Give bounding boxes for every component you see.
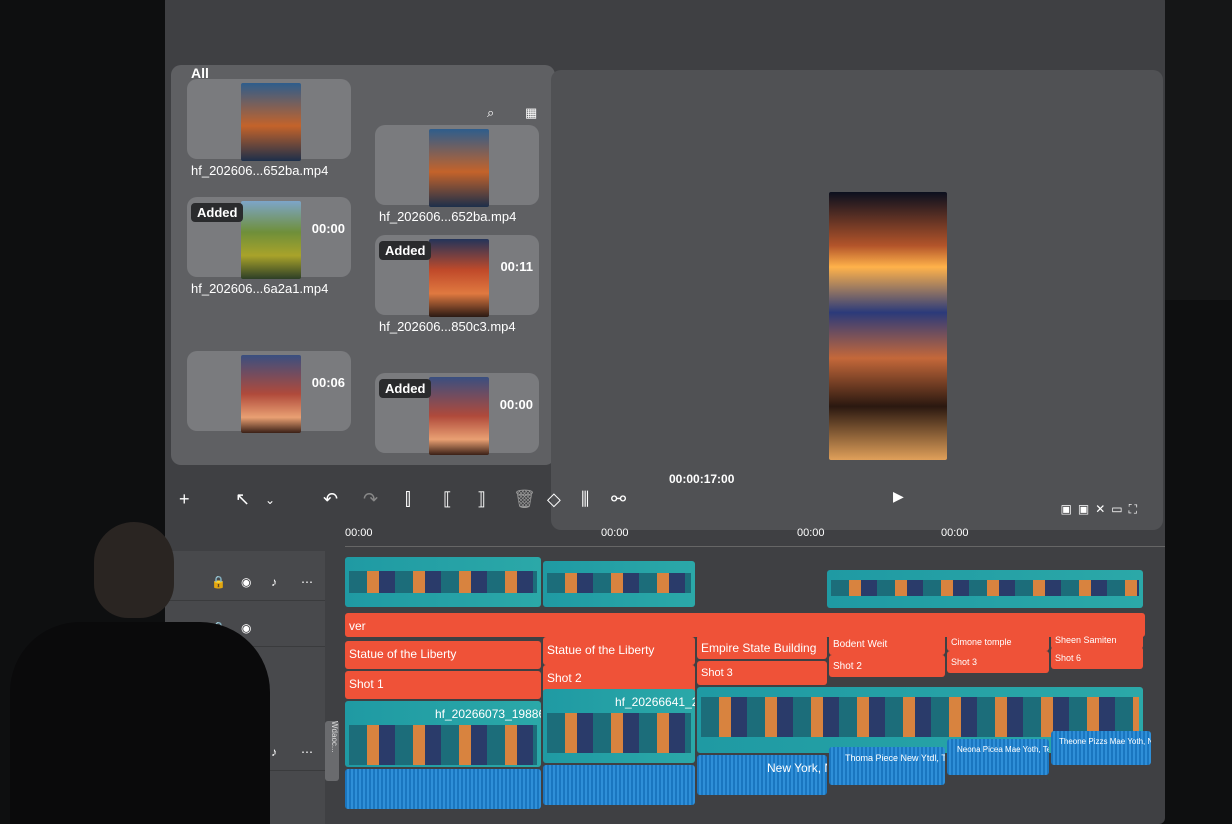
- clip-label: Neona Picea Mae Yoth, Te: [957, 745, 1049, 754]
- undo-icon[interactable]: ↶: [323, 489, 338, 510]
- shield-icon[interactable]: ◇: [547, 489, 561, 510]
- search-icon[interactable]: ⌕: [487, 105, 494, 121]
- link-icon[interactable]: ⚯: [611, 489, 626, 510]
- media-item[interactable]: Added 00:00 hf_202606...6a2a1.mp4: [187, 197, 351, 307]
- text-clip[interactable]: Shot 1: [345, 671, 541, 699]
- speaker-icon[interactable]: ♪: [271, 575, 277, 589]
- video-clip[interactable]: [543, 561, 695, 607]
- media-item[interactable]: Added 00:00: [375, 373, 539, 465]
- audio-clip[interactable]: [543, 765, 695, 805]
- text-clip[interactable]: Shot 2: [829, 655, 945, 677]
- preview-video-frame: [829, 192, 947, 460]
- clip-label: hf_20266073_198866_oq: [435, 707, 541, 721]
- track-side-label: Wdaoc...: [325, 721, 339, 781]
- timeline-ruler[interactable]: 00:00 00:00 00:00 00:00: [345, 525, 1165, 547]
- media-item[interactable]: 00:06: [187, 351, 351, 461]
- text-clip[interactable]: Statue of the Liberty: [345, 641, 541, 669]
- preview-viewer: 00:00:17:00 ▶ ▣▣✕▭⛶: [551, 70, 1163, 530]
- crop-icon[interactable]: ⫼: [581, 489, 589, 510]
- chevron-down-icon[interactable]: ⌄: [265, 493, 275, 507]
- trim-right-icon[interactable]: ⟧: [477, 489, 486, 510]
- trim-left-icon[interactable]: ⟦: [443, 489, 452, 510]
- text-clip[interactable]: Empire State Building: [697, 635, 827, 659]
- media-item[interactable]: hf_202606...652ba.mp4: [187, 79, 351, 189]
- more-icon[interactable]: ⋯: [301, 745, 313, 759]
- video-clip[interactable]: hf_20266641_29666: [543, 689, 695, 763]
- text-clip[interactable]: Shot 3: [697, 661, 827, 685]
- editor-screen: All ⌕ ▦ hf_202606...652ba.mp4 hf_202606.…: [165, 0, 1165, 824]
- audio-clip[interactable]: Thoma Piece New Ytdl, Tio: [829, 747, 945, 785]
- media-thumbnail: [429, 239, 489, 317]
- grid-view-icon[interactable]: ▦: [525, 105, 537, 121]
- text-clip[interactable]: Shot 6: [1051, 647, 1143, 669]
- ruler-label: 00:00: [345, 527, 373, 539]
- media-thumbnail: [241, 201, 301, 279]
- added-badge: Added: [379, 241, 432, 260]
- media-duration: 00:06: [311, 375, 345, 390]
- add-icon[interactable]: +: [179, 489, 190, 510]
- added-badge: Added: [379, 379, 432, 398]
- media-item-name: hf_202606...652ba.mp4: [379, 209, 517, 224]
- clip-label: New York, N: [767, 761, 827, 775]
- audio-clip[interactable]: Theone Pizzs Mae Yoth, N: [1051, 731, 1151, 765]
- audio-clip[interactable]: Neona Picea Mae Yoth, Te: [947, 739, 1049, 775]
- clip-label: hf_20266641_29666: [615, 695, 695, 709]
- text-clip[interactable]: Shot 3: [947, 651, 1049, 673]
- media-thumbnail: [429, 129, 489, 207]
- media-duration: 00:00: [499, 397, 533, 412]
- text-clip[interactable]: Bodent Weit: [829, 633, 945, 655]
- media-thumbnail: [429, 377, 489, 455]
- media-item[interactable]: hf_202606...652ba.mp4: [375, 125, 539, 235]
- media-thumbnail: [241, 83, 301, 161]
- video-clip[interactable]: hf_20266073_198866_oq: [345, 701, 541, 767]
- media-duration: 00:11: [500, 259, 533, 274]
- media-item-name: hf_202606...652ba.mp4: [191, 163, 329, 178]
- text-clip[interactable]: Sheen Samiten: [1051, 629, 1143, 649]
- media-thumbnail: [241, 355, 301, 433]
- added-badge: Added: [191, 203, 244, 222]
- video-clip[interactable]: [345, 557, 541, 607]
- photo-scene: All ⌕ ▦ hf_202606...652ba.mp4 hf_202606.…: [0, 0, 1232, 824]
- person-silhouette: [0, 518, 270, 824]
- media-item-name: hf_202606...6a2a1.mp4: [191, 281, 329, 296]
- delete-icon[interactable]: 🗑: [513, 489, 536, 510]
- media-panel: All ⌕ ▦ hf_202606...652ba.mp4 hf_202606.…: [171, 65, 555, 465]
- redo-icon[interactable]: ↷: [363, 489, 378, 510]
- ruler-label: 00:00: [941, 527, 969, 539]
- timeline-toolbar: + ↖ ⌄ ↶ ↷ ⫿ ⟦ ⟧ 🗑 ◇ ⫼ ⚯: [165, 481, 1165, 521]
- select-arrow-icon[interactable]: ↖: [235, 489, 250, 510]
- more-icon[interactable]: ⋯: [301, 575, 313, 589]
- media-duration: 00:00: [311, 221, 345, 236]
- text-clip[interactable]: Cimone tomple: [947, 631, 1049, 651]
- text-clip[interactable]: Statue of the Liberty: [543, 637, 695, 665]
- clip-label: Thoma Piece New Ytdl, Tio: [845, 753, 945, 763]
- audio-clip[interactable]: New York, N: [697, 755, 827, 795]
- media-item-name: hf_202606...850c3.mp4: [379, 319, 516, 334]
- ruler-label: 00:00: [797, 527, 825, 539]
- split-icon[interactable]: ⫿: [405, 489, 411, 510]
- clip-label: Theone Pizzs Mae Yoth, N: [1059, 737, 1151, 746]
- video-clip[interactable]: [827, 570, 1143, 608]
- ruler-label: 00:00: [601, 527, 629, 539]
- speaker-icon[interactable]: ♪: [271, 745, 277, 759]
- audio-clip[interactable]: [345, 769, 541, 809]
- media-item[interactable]: Added 00:11 hf_202606...850c3.mp4: [375, 235, 539, 345]
